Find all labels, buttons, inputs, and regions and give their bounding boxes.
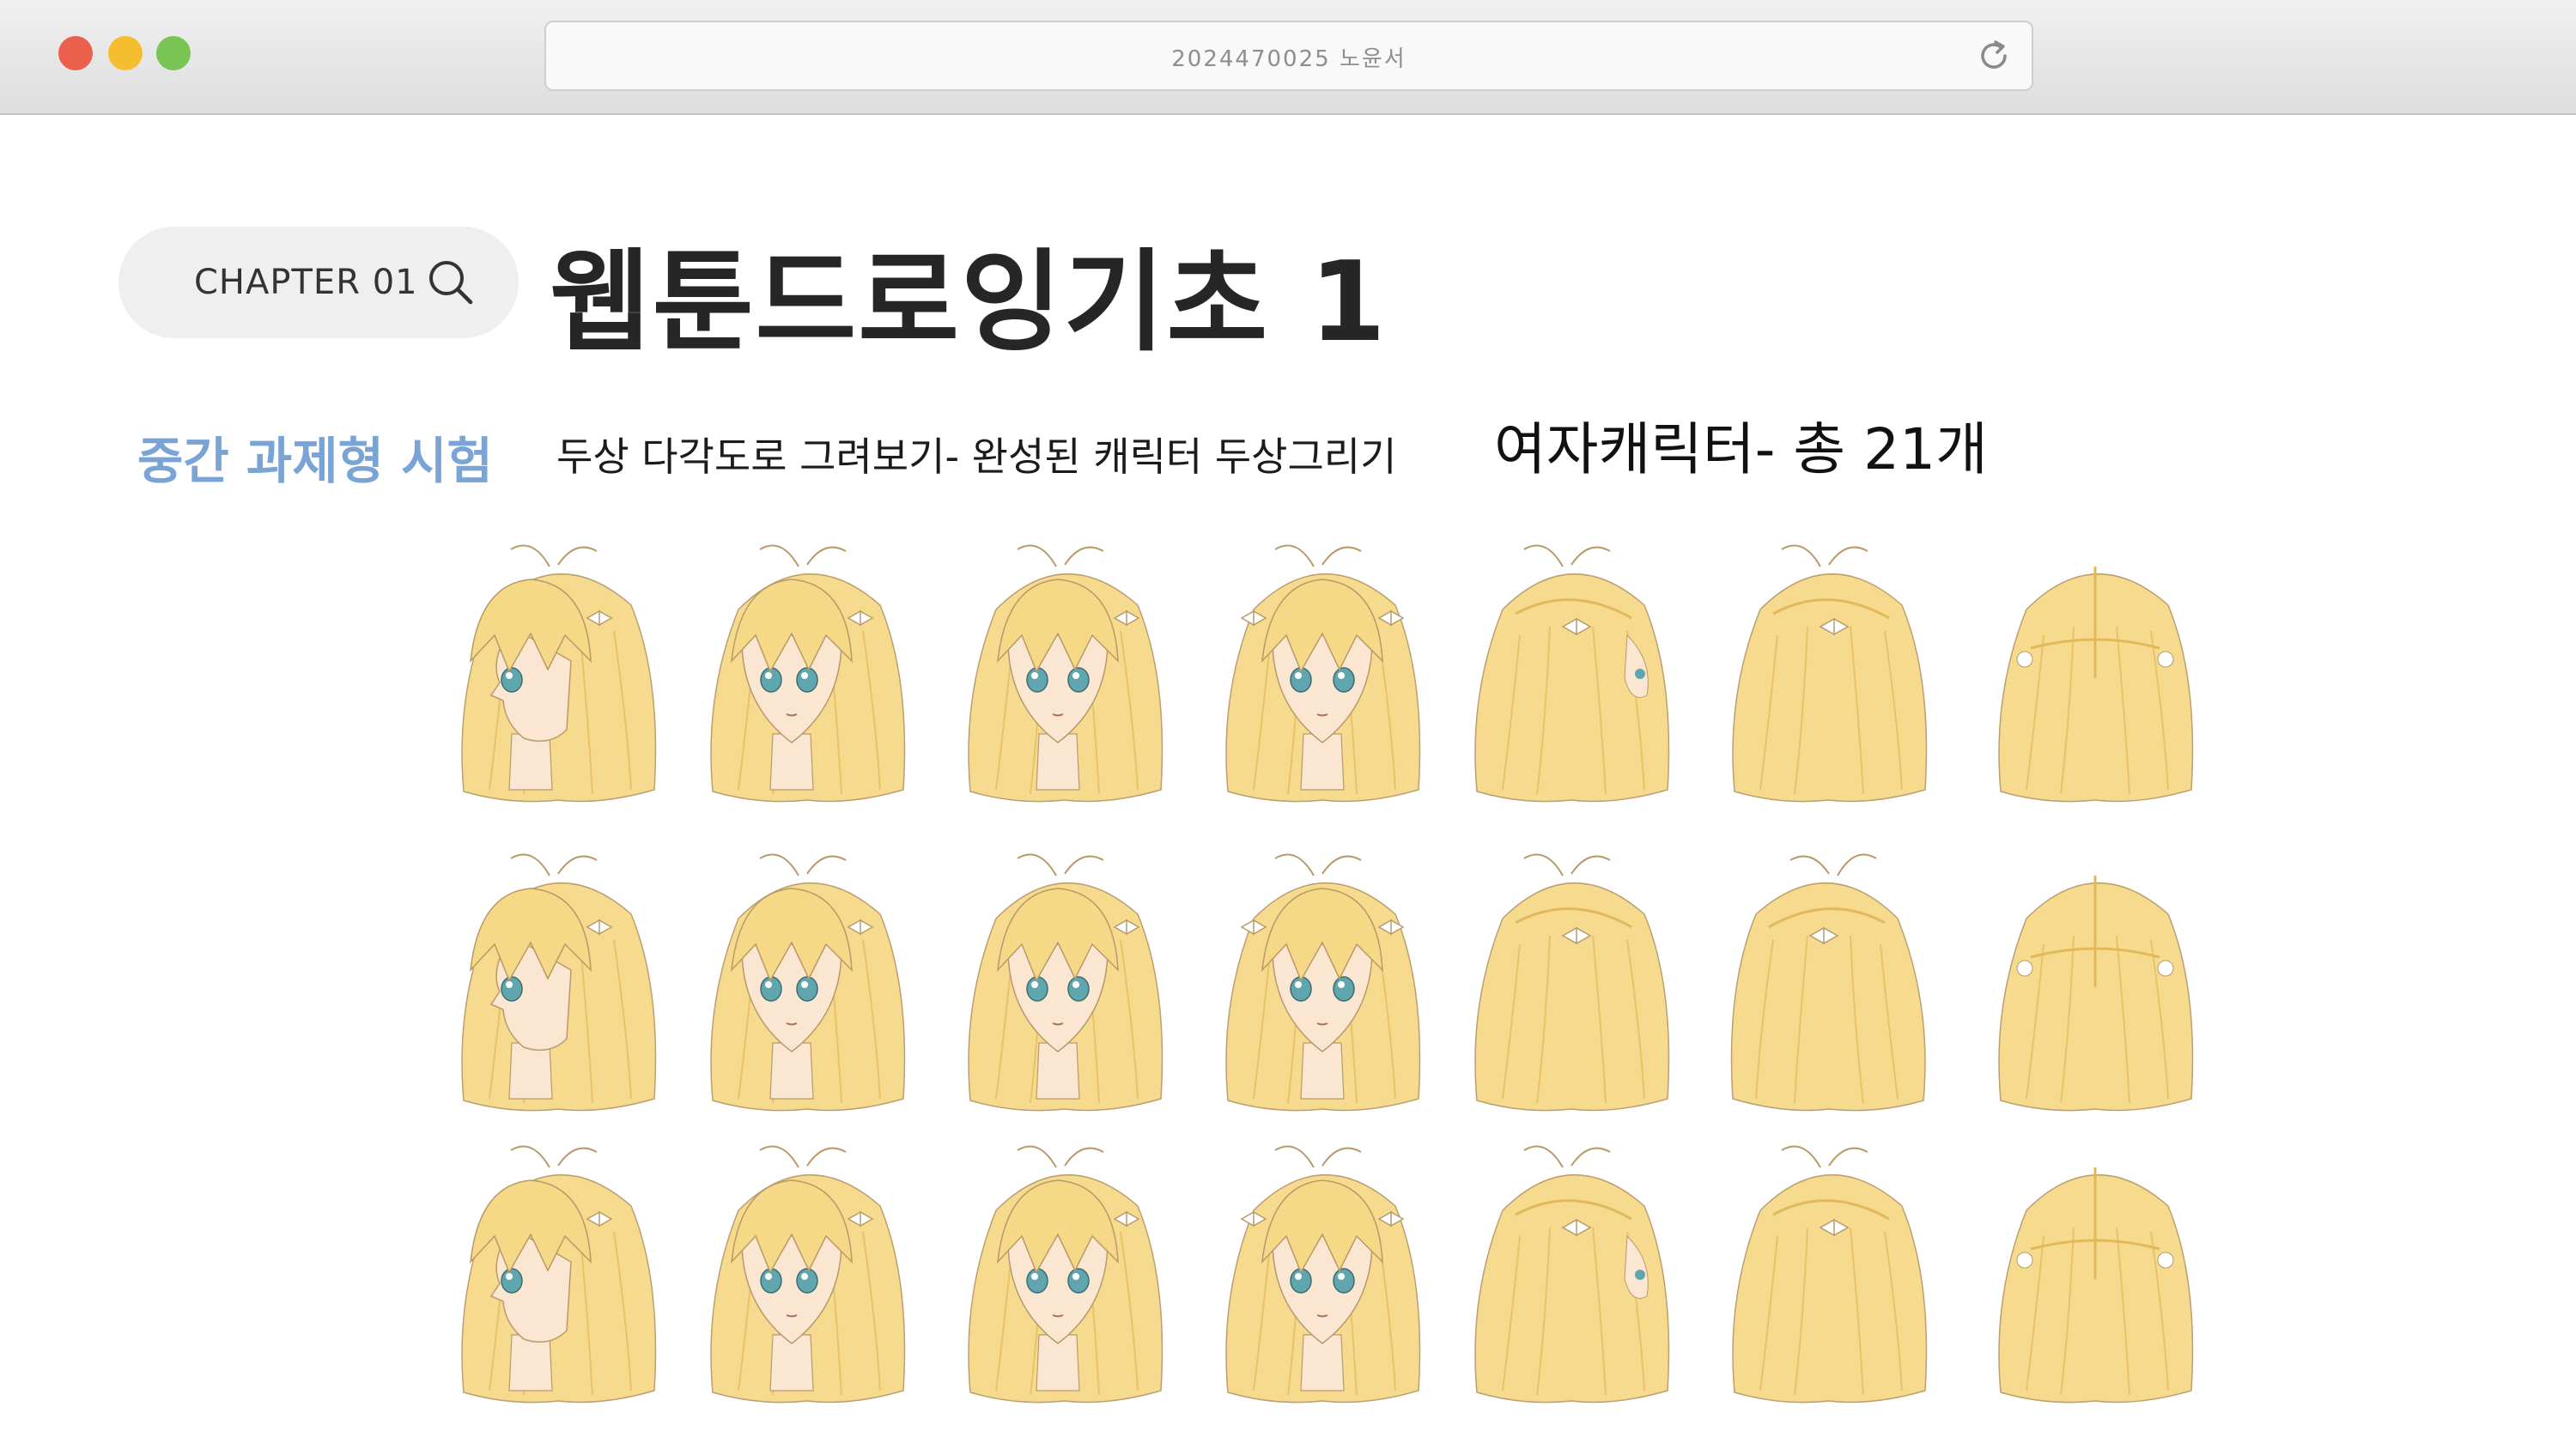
character-head-three-quarter-left <box>678 841 936 1125</box>
search-icon[interactable] <box>424 256 477 309</box>
character-head-drawing <box>710 1145 906 1404</box>
minimize-button[interactable] <box>108 36 143 70</box>
character-head-slight-left <box>936 1133 1194 1416</box>
character-head-back <box>1966 532 2224 815</box>
character-head-drawing <box>1732 544 1928 803</box>
character-head-back-right <box>1700 1133 1958 1416</box>
character-head-drawing <box>1998 567 2194 803</box>
character-head-drawing <box>968 544 1163 803</box>
character-head-front <box>1194 1133 1451 1416</box>
character-head-drawing <box>1474 1145 1670 1404</box>
character-head-slight-left <box>936 532 1194 815</box>
reload-icon[interactable] <box>1975 37 2013 75</box>
character-head-drawing <box>968 853 1163 1112</box>
chapter-pill[interactable]: CHAPTER 01 <box>118 227 519 338</box>
character-head-slight-left <box>936 841 1194 1125</box>
character-head-front <box>1194 532 1451 815</box>
maximize-button[interactable] <box>156 36 191 70</box>
character-head-three-quarter-back-right <box>1443 1133 1700 1416</box>
character-head-drawing <box>968 1145 1163 1404</box>
character-head-three-quarter-left <box>678 532 936 815</box>
character-head-drawing <box>461 853 657 1112</box>
character-head-drawing <box>461 1145 657 1404</box>
address-bar[interactable]: 2024470025 노윤서 <box>544 21 2033 91</box>
character-head-drawing <box>1474 544 1670 803</box>
close-button[interactable] <box>58 36 93 70</box>
character-head-drawing <box>1225 544 1421 803</box>
sheet-row <box>429 1133 2284 1416</box>
sheet-row <box>429 841 2284 1125</box>
chapter-label: CHAPTER 01 <box>194 263 418 302</box>
task-count: 여자캐릭터- 총 21개 <box>1494 416 1988 482</box>
task-description: 두상 다각도로 그려보기- 완성된 캐릭터 두상그리기 <box>556 433 1397 480</box>
character-head-back-right <box>1443 841 1700 1125</box>
character-head-back-right <box>1700 532 1958 815</box>
character-head-drawing <box>710 544 906 803</box>
character-head-drawing <box>1225 853 1421 1112</box>
address-text: 2024470025 노윤서 <box>1171 46 1406 72</box>
character-head-drawing <box>1732 1145 1928 1404</box>
character-head-profile-left <box>429 841 687 1125</box>
character-sheet <box>429 532 2284 1434</box>
character-head-back-left <box>1700 841 1958 1125</box>
character-head-profile-left <box>429 532 687 815</box>
character-head-drawing <box>1998 1167 2194 1404</box>
title-bar: 2024470025 노윤서 <box>0 0 2576 115</box>
exam-label: 중간 과제형 시험 <box>137 432 493 490</box>
character-head-drawing <box>1225 1145 1421 1404</box>
character-head-back <box>1966 841 2224 1125</box>
character-head-three-quarter-back-right <box>1443 532 1700 815</box>
character-head-back <box>1966 1133 2224 1416</box>
character-head-drawing <box>710 853 906 1112</box>
character-head-three-quarter-left <box>678 1133 936 1416</box>
character-head-drawing <box>461 544 657 803</box>
character-head-profile-left <box>429 1133 687 1416</box>
sheet-row <box>429 532 2284 815</box>
character-head-drawing <box>1998 876 2194 1112</box>
character-head-front <box>1194 841 1451 1125</box>
character-head-drawing <box>1730 853 1926 1112</box>
character-head-drawing <box>1474 853 1670 1112</box>
page-title: 웹툰드로잉기초 1 <box>550 239 1388 367</box>
